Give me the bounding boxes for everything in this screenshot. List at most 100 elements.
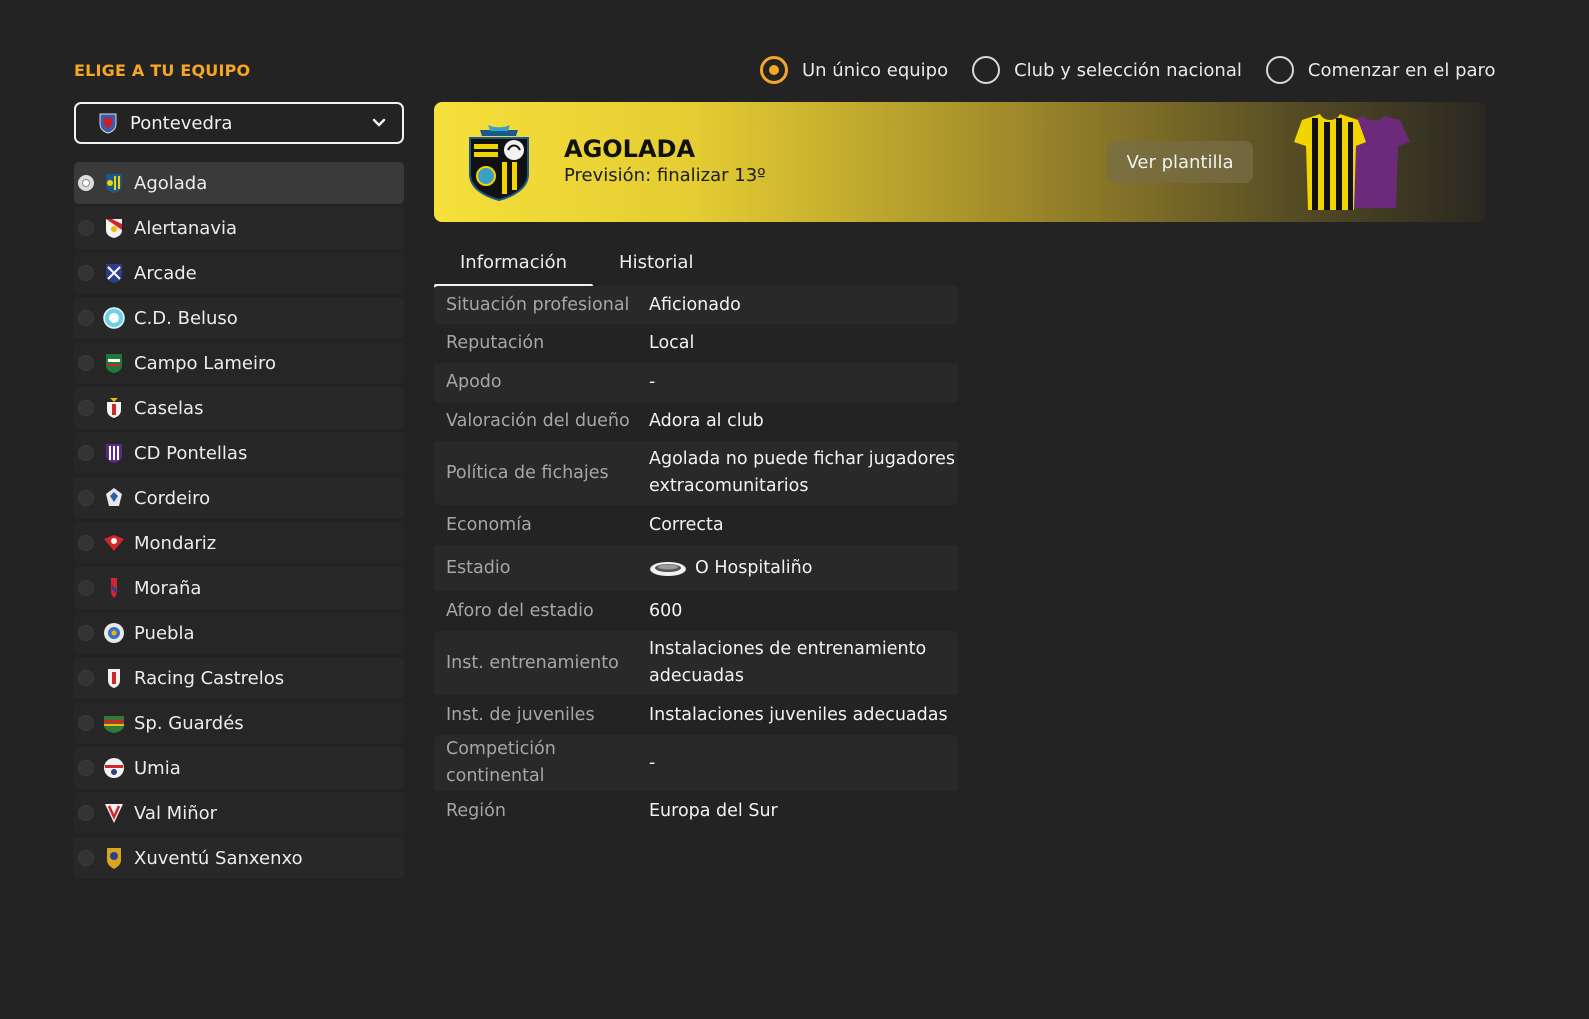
info-key: Economía [446,514,532,535]
mode-single-team[interactable]: Un único equipo [760,56,948,84]
club-banner: AGOLADA Previsión: finalizar 13º Ver pla… [434,102,1486,222]
team-radio[interactable] [78,715,94,731]
cd-beluso-crest-icon [103,307,125,329]
team-radio[interactable] [78,580,94,596]
info-value: - [649,372,656,392]
team-radio[interactable] [78,805,94,821]
pontevedra-crest-icon [99,113,117,134]
mode-label: Un único equipo [802,59,949,81]
mondariz-crest-icon [104,535,124,551]
team-name: Moraña [134,577,202,599]
club-info-table: Situación profesional Aficionado Reputac… [434,286,958,831]
team-radio[interactable] [78,670,94,686]
val-minor-crest-icon [105,804,123,823]
team-item-campo-lameiro[interactable]: Campo Lameiro [74,342,404,384]
alertanavia-crest-icon [106,219,122,238]
info-row: Política de fichajes Agolada no puede fi… [434,441,958,505]
team-radio[interactable] [78,850,94,866]
cordeiro-crest-icon [106,488,122,506]
team-list: Agolada Alertanavia Arcade C.D. Beluso C… [74,162,404,882]
team-item-cordeiro[interactable]: Cordeiro [74,477,404,519]
team-item-arcade[interactable]: Arcade [74,252,404,294]
team-name: Caselas [134,397,204,419]
team-radio[interactable] [78,175,94,191]
info-row: Valoración del dueño Adora al club [434,402,958,441]
team-item-val-minor[interactable]: Val Miñor [74,792,404,834]
info-row: Reputación Local [434,324,958,363]
view-squad-button[interactable]: Ver plantilla [1107,141,1253,183]
info-value: Agolada no puede fichar jugadores extrac… [649,449,956,496]
team-name: Xuventú Sanxenxo [134,847,303,869]
team-radio[interactable] [78,220,94,236]
agolada-crest-icon [469,125,529,202]
stadium-icon [650,562,686,576]
info-key: Región [446,800,506,821]
team-name: Racing Castrelos [134,667,285,689]
info-row: Situación profesional Aficionado [434,286,958,324]
info-row: Economía Correcta [434,505,958,545]
team-radio[interactable] [78,265,94,281]
agolada-crest-icon [106,174,122,193]
team-item-xuventu-sanxenxo[interactable]: Xuventú Sanxenxo [74,837,404,879]
racing-castrelos-crest-icon [108,669,120,688]
info-key: Apodo [446,372,502,392]
team-item-caselas[interactable]: Caselas [74,387,404,429]
info-value-stadium: O Hospitaliño [649,555,958,582]
team-name: Sp. Guardés [134,712,244,734]
puebla-crest-icon [104,623,124,643]
tab-historial[interactable]: Historial [593,240,719,284]
team-radio[interactable] [78,760,94,776]
morana-crest-icon [109,578,119,598]
team-item-morana[interactable]: Moraña [74,567,404,609]
info-row: Aforo del estadio 600 [434,591,958,631]
mode-label: Club y selección nacional [1014,59,1242,81]
team-radio[interactable] [78,400,94,416]
team-radio[interactable] [78,445,94,461]
mode-unemployed[interactable]: Comenzar en el paro [1265,56,1496,84]
team-radio[interactable] [78,310,94,326]
info-row: Inst. entrenamiento Instalaciones de ent… [434,631,958,695]
info-value: Instalaciones juveniles adecuadas [649,704,948,725]
team-name: Mondariz [134,532,217,554]
team-item-puebla[interactable]: Puebla [74,612,404,654]
team-item-alertanavia[interactable]: Alertanavia [74,207,404,249]
radio-selected[interactable] [760,56,788,84]
stadium-name: O Hospitaliño [695,557,813,578]
team-radio[interactable] [78,490,94,506]
info-row: Región Europa del Sur [434,791,958,831]
info-value: Correcta [649,514,724,535]
info-row: Competición continental - [434,735,958,791]
team-radio[interactable] [78,355,94,371]
team-item-agolada[interactable]: Agolada [74,162,404,204]
page-heading: ELIGE A TU EQUIPO [74,61,251,80]
team-item-mondariz[interactable]: Mondariz [74,522,404,564]
info-row: Estadio O Hospitaliño [434,545,958,591]
team-name: CD Pontellas [134,442,248,464]
info-value: Europa del Sur [649,800,778,821]
team-item-racing-castrelos[interactable]: Racing Castrelos [74,657,404,699]
team-name: Campo Lameiro [134,352,276,374]
team-radio[interactable] [78,535,94,551]
radio-unselected[interactable] [972,56,1001,84]
team-item-sp-guardes[interactable]: Sp. Guardés [74,702,404,744]
info-key: Situación profesional [446,294,630,315]
game-mode-selector: Un único equipo Club y selección naciona… [760,56,1520,84]
dropdown-value: Pontevedra [130,112,233,134]
team-item-cd-pontellas[interactable]: CD Pontellas [74,432,404,474]
tab-informacion[interactable]: Información [434,240,594,288]
team-item-cd-beluso[interactable]: C.D. Beluso [74,297,404,339]
campo-lameiro-crest-icon [106,354,122,373]
info-key: Valoración del dueño [446,411,630,431]
radio-unselected[interactable] [1265,56,1294,84]
region-dropdown[interactable]: Pontevedra [74,102,404,144]
info-value: Adora al club [649,411,764,431]
info-key: Inst. de juveniles [446,704,595,725]
team-name: Puebla [134,622,195,644]
info-value: Aficionado [649,294,741,315]
team-name: Arcade [134,262,197,284]
team-item-umia[interactable]: Umia [74,747,404,789]
team-radio[interactable] [78,625,94,641]
mode-club-and-national[interactable]: Club y selección nacional [972,56,1242,84]
info-key: Reputación [446,333,545,353]
info-row: Apodo - [434,363,958,402]
